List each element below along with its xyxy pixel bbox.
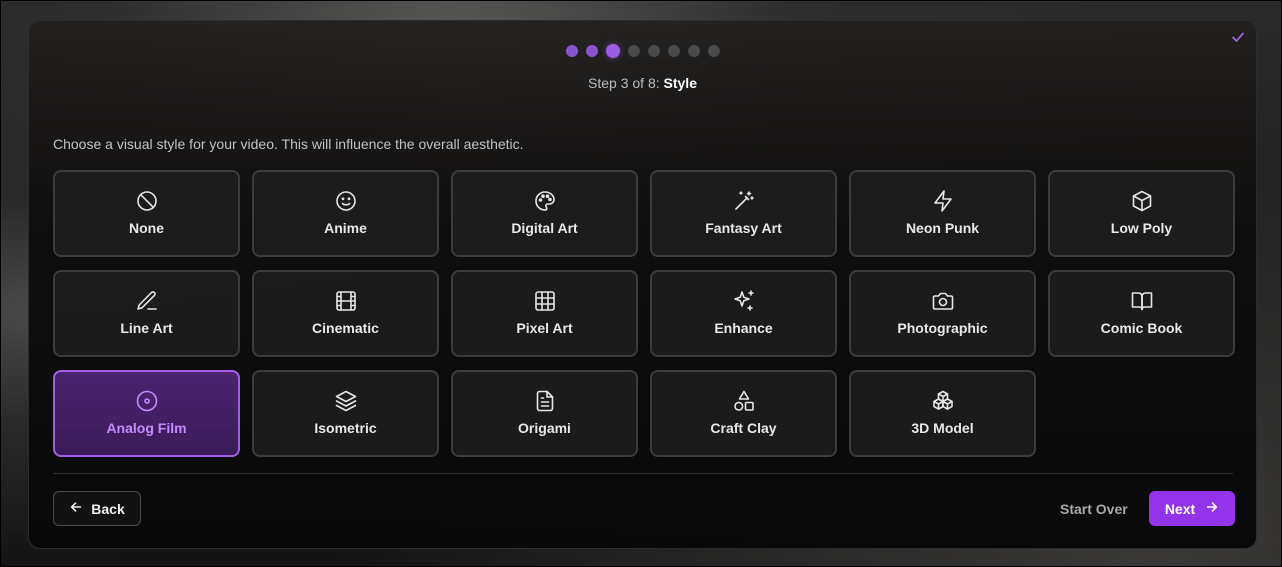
camera-icon: [931, 289, 955, 313]
arrow-left-icon: [69, 500, 83, 517]
sparkles-icon: [732, 289, 756, 313]
style-card-isometric[interactable]: Isometric: [252, 370, 439, 457]
pen-line-icon: [135, 289, 159, 313]
step-description: Choose a visual style for your video. Th…: [53, 136, 524, 152]
arrow-right-icon: [1205, 500, 1219, 517]
style-card-label: Fantasy Art: [705, 220, 782, 236]
style-card-neon-punk[interactable]: Neon Punk: [849, 170, 1036, 257]
style-card-line-art[interactable]: Line Art: [53, 270, 240, 357]
next-button-label: Next: [1164, 500, 1196, 517]
step-dot-4: [627, 45, 640, 57]
step-label: Step 3 of 8: Style: [29, 75, 1256, 91]
style-card-label: Origami: [518, 420, 571, 436]
style-card-enhance[interactable]: Enhance: [650, 270, 837, 357]
palette-icon: [533, 189, 557, 213]
style-card-cinematic[interactable]: Cinematic: [252, 270, 439, 357]
back-button[interactable]: Back: [53, 491, 141, 526]
style-card-label: None: [129, 220, 164, 236]
next-button[interactable]: Next: [1149, 491, 1235, 526]
smile-icon: [334, 189, 358, 213]
lightning-icon: [931, 189, 955, 213]
step-prefix: Step 3 of 8:: [588, 75, 660, 91]
file-text-icon: [533, 389, 557, 413]
style-card-label: Analog Film: [106, 420, 187, 436]
grid-icon: [533, 289, 557, 313]
book-open-icon: [1130, 289, 1154, 313]
step-indicator: [29, 44, 1256, 58]
style-card-label: Low Poly: [1110, 220, 1173, 236]
style-card-label: Craft Clay: [710, 420, 777, 436]
boxes-icon: [931, 389, 955, 413]
step-dot-8: [707, 45, 720, 57]
style-card-label: Digital Art: [511, 220, 578, 236]
ban-icon: [135, 189, 159, 213]
step-dot-7: [687, 45, 700, 57]
start-over-button[interactable]: Start Over: [1060, 501, 1128, 517]
style-card-label: Neon Punk: [905, 220, 980, 236]
film-icon: [334, 289, 358, 313]
style-card-craft-clay[interactable]: Craft Clay: [650, 370, 837, 457]
layers-icon: [334, 389, 358, 413]
step-name: Style: [663, 75, 697, 91]
style-card-comic-book[interactable]: Comic Book: [1048, 270, 1235, 357]
style-card-label: 3D Model: [911, 420, 974, 436]
style-card-3d-model[interactable]: 3D Model: [849, 370, 1036, 457]
style-card-digital-art[interactable]: Digital Art: [451, 170, 638, 257]
shapes-icon: [732, 389, 756, 413]
style-card-label: Enhance: [714, 320, 773, 336]
style-card-none[interactable]: None: [53, 170, 240, 257]
magic-wand-icon: [732, 189, 756, 213]
style-card-label: Anime: [324, 220, 367, 236]
style-card-label: Isometric: [314, 420, 377, 436]
step-dot-2: [585, 45, 598, 57]
step-dot-5: [647, 45, 660, 57]
footer-divider: [53, 473, 1233, 474]
style-card-pixel-art[interactable]: Pixel Art: [451, 270, 638, 357]
cube-icon: [1130, 189, 1154, 213]
style-card-origami[interactable]: Origami: [451, 370, 638, 457]
style-wizard-modal: Step 3 of 8: Style Choose a visual style…: [28, 20, 1257, 549]
style-grid: None Anime Digital Art Fantasy Art Neon Punk…: [53, 170, 1235, 457]
style-card-label: Comic Book: [1100, 320, 1183, 336]
check-icon[interactable]: [1230, 29, 1246, 45]
step-dot-3: [605, 44, 620, 58]
style-card-analog-film[interactable]: Analog Film: [53, 370, 240, 457]
style-card-low-poly[interactable]: Low Poly: [1048, 170, 1235, 257]
style-card-label: Pixel Art: [516, 320, 573, 336]
disc-icon: [135, 389, 159, 413]
style-card-label: Cinematic: [312, 320, 379, 336]
style-card-anime[interactable]: Anime: [252, 170, 439, 257]
step-dot-1: [565, 45, 578, 57]
step-dot-6: [667, 45, 680, 57]
style-card-photographic[interactable]: Photographic: [849, 270, 1036, 357]
style-card-label: Line Art: [120, 320, 173, 336]
style-card-fantasy-art[interactable]: Fantasy Art: [650, 170, 837, 257]
back-button-label: Back: [91, 500, 125, 517]
style-card-label: Photographic: [897, 320, 988, 336]
